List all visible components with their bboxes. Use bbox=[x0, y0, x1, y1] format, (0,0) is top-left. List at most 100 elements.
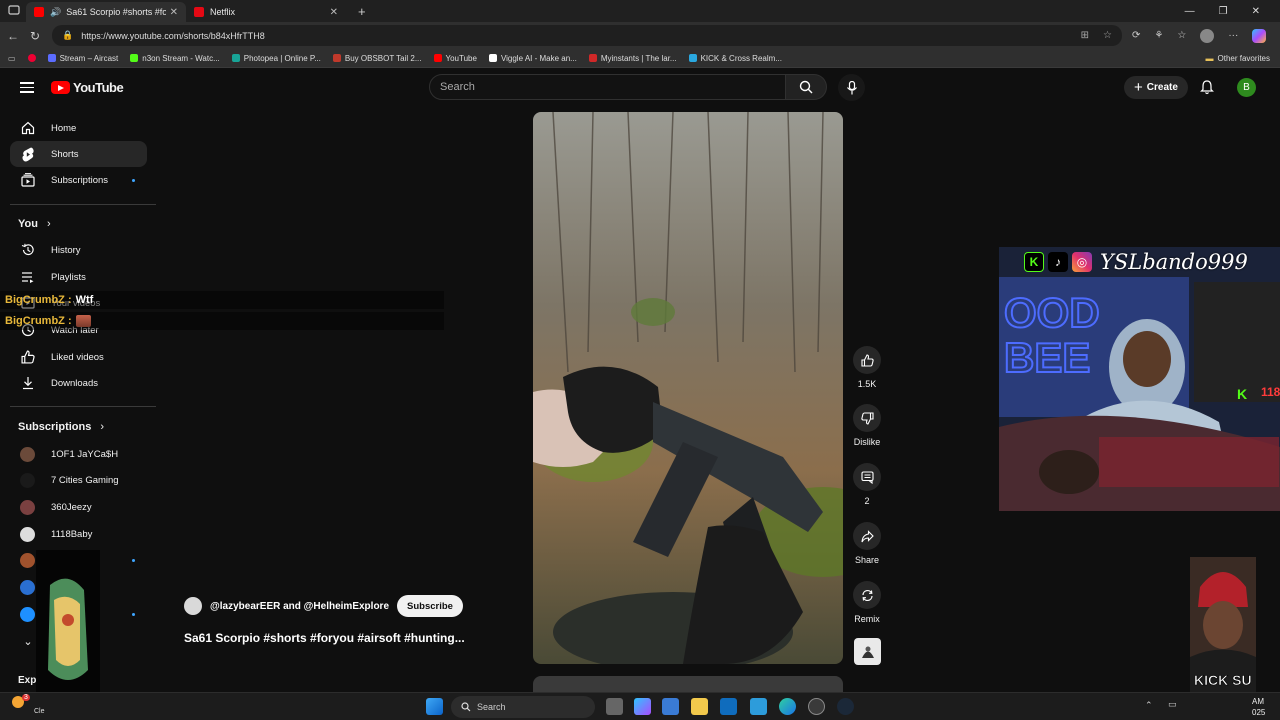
favorite-link[interactable]: Stream – Aircast bbox=[47, 54, 118, 63]
photos-icon[interactable] bbox=[750, 698, 767, 715]
fav-folder-icon[interactable] bbox=[27, 54, 36, 62]
subscribe-button[interactable]: Subscribe bbox=[397, 595, 463, 617]
remix-button[interactable]: Remix bbox=[849, 581, 885, 624]
tab-actions-icon[interactable] bbox=[8, 2, 20, 20]
voice-search-button[interactable] bbox=[838, 74, 865, 101]
search-button[interactable] bbox=[786, 74, 827, 100]
outlook-icon[interactable] bbox=[720, 698, 737, 715]
refresh-icon[interactable]: ↻ bbox=[24, 29, 46, 43]
short-channel-row: @lazybearEER and @HelheimExplore Subscri… bbox=[184, 595, 463, 617]
url-field[interactable]: 🔒 https://www.youtube.com/shorts/b84xHfr… bbox=[52, 25, 1122, 46]
close-tab-icon[interactable]: ✕ bbox=[330, 7, 338, 18]
copilot-icon[interactable] bbox=[1252, 28, 1267, 43]
subscription-channel[interactable]: 1118Baby bbox=[10, 521, 147, 547]
reading-list-icon[interactable]: ▭ bbox=[8, 54, 16, 63]
network-icon[interactable]: ▭ bbox=[1168, 699, 1177, 710]
other-favorites[interactable]: ▬ Other favorites bbox=[1206, 54, 1270, 63]
channel-avatar bbox=[20, 499, 35, 515]
sidebar-item-history[interactable]: History bbox=[10, 237, 147, 263]
like-button[interactable]: 1.5K bbox=[849, 346, 885, 389]
youtube-logo[interactable]: YouTube bbox=[51, 80, 124, 95]
more-icon[interactable]: ··· bbox=[1228, 30, 1238, 41]
favorite-star-icon[interactable]: ☆ bbox=[1103, 30, 1112, 41]
sidebar-item-subscriptions[interactable]: Subscriptions bbox=[10, 167, 147, 193]
share-button[interactable]: Share bbox=[849, 522, 885, 565]
subscription-channel[interactable]: 360Jeezy bbox=[10, 494, 147, 520]
extension-puzzle-icon[interactable]: ⚘ bbox=[1154, 30, 1163, 41]
chat-user: BigCrumbZ : bbox=[5, 294, 72, 306]
favorite-favicon-icon bbox=[588, 54, 597, 62]
home-icon bbox=[20, 120, 36, 136]
taskbar-search[interactable]: Search bbox=[451, 696, 595, 718]
extensions-icon[interactable]: ⟳ bbox=[1132, 30, 1140, 41]
tab-youtube-short[interactable]: 🔊 Sa61 Scorpio #shorts #foryou ✕ bbox=[26, 2, 186, 22]
steam-icon[interactable] bbox=[837, 698, 854, 715]
app-icon[interactable]: ⊞ bbox=[1081, 30, 1089, 41]
edge-icon[interactable] bbox=[779, 698, 796, 715]
favorite-favicon-icon bbox=[688, 54, 697, 62]
short-title[interactable]: Sa61 Scorpio #shorts #foryou #airsoft #h… bbox=[184, 631, 465, 645]
streamer-webcam: OOD BEE K 118 bbox=[999, 247, 1280, 511]
create-button[interactable]: + Create bbox=[1124, 76, 1188, 99]
search-input[interactable]: Search bbox=[429, 74, 786, 100]
menu-icon[interactable] bbox=[20, 82, 34, 96]
task-view-icon[interactable] bbox=[606, 698, 623, 715]
sidebar-item-home[interactable]: Home bbox=[10, 115, 147, 141]
dislike-button[interactable]: Dislike bbox=[849, 404, 885, 447]
weather-badge: 3 bbox=[22, 694, 30, 701]
new-tab-icon[interactable]: + bbox=[358, 4, 366, 19]
browser-tab-strip: 🔊 Sa61 Scorpio #shorts #foryou ✕ Netflix… bbox=[0, 0, 1280, 22]
sidebar-section-explore[interactable]: Exp bbox=[18, 675, 36, 686]
close-tab-icon[interactable]: ✕ bbox=[170, 7, 178, 18]
comments-button[interactable]: 2 bbox=[849, 463, 885, 506]
weather-widget[interactable]: 3 Cle bbox=[12, 694, 52, 718]
sound-thumbnail[interactable] bbox=[854, 638, 881, 665]
netflix-favicon-icon bbox=[194, 7, 204, 17]
favorite-link[interactable]: Viggle AI - Make an... bbox=[488, 54, 577, 63]
windows-start-icon[interactable] bbox=[426, 698, 443, 715]
tab-netflix[interactable]: Netflix ✕ bbox=[186, 2, 346, 22]
short-video-player[interactable] bbox=[533, 112, 843, 664]
restore-icon[interactable]: ❐ bbox=[1219, 6, 1228, 17]
favorite-favicon-icon bbox=[231, 54, 240, 62]
favorites-icon[interactable]: ☆ bbox=[1177, 30, 1186, 41]
sidebar-section-you[interactable]: You › bbox=[18, 218, 51, 230]
like-count: 1.5K bbox=[857, 379, 877, 389]
sidebar-section-subscriptions[interactable]: Subscriptions › bbox=[18, 421, 104, 433]
share-label: Share bbox=[854, 555, 880, 565]
lock-icon[interactable]: 🔒 bbox=[62, 30, 73, 41]
favorite-link[interactable]: Myinstants | The lar... bbox=[588, 54, 677, 63]
sidebar-item-downloads[interactable]: Downloads bbox=[10, 370, 147, 396]
favorite-link[interactable]: YouTube bbox=[433, 54, 477, 63]
notifications-bell-icon[interactable] bbox=[1200, 80, 1214, 100]
profile-icon[interactable] bbox=[1200, 28, 1215, 43]
favorite-favicon-icon bbox=[488, 54, 497, 62]
sidebar-item-liked-videos[interactable]: Liked videos bbox=[10, 344, 147, 370]
copilot-app-icon[interactable] bbox=[634, 698, 651, 715]
svg-text:OOD: OOD bbox=[1004, 289, 1100, 336]
channel-names[interactable]: @lazybearEER and @HelheimExplore bbox=[210, 601, 389, 612]
store-icon[interactable] bbox=[662, 698, 679, 715]
chat-emote-icon bbox=[75, 315, 91, 327]
back-icon[interactable]: ← bbox=[2, 29, 24, 43]
sidebar-item-shorts[interactable]: Shorts bbox=[10, 141, 147, 167]
new-content-dot bbox=[132, 178, 135, 182]
subscription-channel[interactable]: 1OF1 JaYCa$H bbox=[10, 441, 147, 467]
obs-icon[interactable] bbox=[808, 698, 825, 715]
microphone-icon bbox=[846, 80, 857, 94]
tray-chevron-up-icon[interactable]: ⌃ bbox=[1145, 700, 1153, 711]
close-window-icon[interactable]: ✕ bbox=[1252, 6, 1260, 17]
subscription-channel[interactable]: 7 Cities Gaming bbox=[10, 467, 147, 493]
favorite-link[interactable]: n3on Stream - Watc... bbox=[130, 54, 220, 63]
youtube-header: YouTube Search + Create B bbox=[0, 68, 1280, 108]
minimize-icon[interactable]: — bbox=[1185, 6, 1195, 17]
taskbar-clock[interactable]: AM 025 bbox=[1252, 696, 1265, 718]
favorite-link[interactable]: KICK & Cross Realm... bbox=[688, 54, 782, 63]
account-avatar[interactable]: B bbox=[1237, 78, 1256, 97]
file-explorer-icon[interactable] bbox=[691, 698, 708, 715]
favorite-link[interactable]: Buy OBSBOT Tail 2... bbox=[332, 54, 422, 63]
favorite-link[interactable]: Photopea | Online P... bbox=[231, 54, 321, 63]
channel-avatar[interactable] bbox=[184, 597, 202, 615]
sidebar-item-playlists[interactable]: Playlists bbox=[10, 264, 147, 290]
speaker-icon[interactable]: 🔊 bbox=[50, 7, 61, 18]
